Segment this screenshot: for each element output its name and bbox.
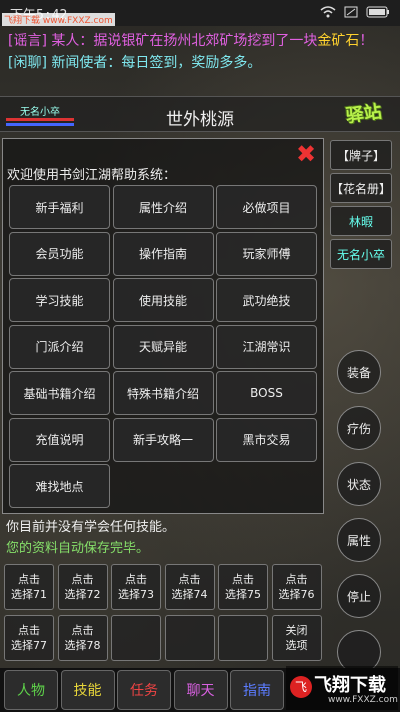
option-slot[interactable]: 点击 选择75 xyxy=(218,564,268,610)
help-button[interactable]: 天赋异能 xyxy=(112,324,214,369)
help-button[interactable]: 新手攻略一 xyxy=(112,417,214,462)
location-title: 世外桃源 xyxy=(166,110,234,130)
watermark-url: www.FXXZ.com xyxy=(328,695,398,705)
watermark-title: 飞翔下载 xyxy=(314,675,386,696)
save-message: 您的资料自动保存完毕。 xyxy=(6,541,150,556)
help-button[interactable]: 特殊书籍介绍 xyxy=(112,371,214,415)
side-menu-button[interactable]: 【牌子】 xyxy=(330,140,392,170)
option-slot[interactable] xyxy=(164,615,215,661)
help-button[interactable]: 必做项目 xyxy=(216,185,317,229)
action-round-button[interactable]: 装备 xyxy=(337,350,381,394)
help-button[interactable]: 充值说明 xyxy=(9,417,110,462)
option-slot[interactable]: 点击 选择76 xyxy=(271,564,322,610)
chat-text: 每日签到，奖励多多。 xyxy=(121,55,262,71)
action-round-button[interactable]: 状态 xyxy=(337,462,381,506)
chat-end: ！ xyxy=(359,33,374,49)
station-button[interactable]: 驿站 xyxy=(344,96,394,134)
action-round-button[interactable]: 属性 xyxy=(337,518,381,562)
chat-speaker: 某人： xyxy=(51,33,94,49)
help-button[interactable]: 基础书籍介绍 xyxy=(9,371,110,415)
action-round-button[interactable]: 疗伤 xyxy=(337,406,381,450)
option-slot[interactable] xyxy=(111,615,161,661)
chat-text: 据说银矿在扬州北郊矿场挖到了一块 xyxy=(93,33,318,49)
option-slot[interactable]: 点击 选择71 xyxy=(4,564,54,610)
side-menu-button[interactable]: 【花名册】 xyxy=(330,173,392,203)
help-button[interactable]: 会员功能 xyxy=(9,231,110,276)
help-button[interactable]: 黑市交易 xyxy=(216,417,317,462)
option-slot[interactable]: 点击 选择77 xyxy=(4,615,54,661)
help-dialog: ✖ 欢迎使用书剑江湖帮助系统： 新手福利 属性介绍 必做项目会员功能 操作指南 玩家师傅… xyxy=(2,138,324,514)
tab-button[interactable]: 聊天 xyxy=(173,670,228,710)
option-slot[interactable]: 关闭 选项 xyxy=(271,615,322,661)
dialog-welcome: 欢迎使用书剑江湖帮助系统： xyxy=(7,168,177,183)
chat-highlight: 金矿石 xyxy=(317,33,360,49)
battery-icon xyxy=(366,6,390,21)
help-button[interactable]: BOSS xyxy=(216,371,317,415)
chat-speaker: 新闻使者： xyxy=(51,55,122,71)
option-slot[interactable] xyxy=(218,615,268,661)
wifi-icon xyxy=(320,5,336,21)
help-button[interactable]: 玩家师傅 xyxy=(216,231,317,276)
help-button[interactable]: 新手福利 xyxy=(9,185,110,229)
side-menu-button[interactable]: 无名小卒 xyxy=(330,239,392,269)
action-round-button[interactable]: 停止 xyxy=(337,574,381,618)
watermark-top: 飞翔下载 www.FXXZ.com xyxy=(2,13,115,26)
tab-button[interactable]: 指南 xyxy=(230,670,284,710)
chat-tag: [闲聊] xyxy=(8,55,47,71)
chat-tag: [谣言] xyxy=(8,33,47,49)
tab-button[interactable]: 技能 xyxy=(60,670,115,710)
help-button[interactable]: 属性介绍 xyxy=(112,185,214,229)
system-message: 你目前并没有学会任何技能。 xyxy=(6,520,176,535)
help-button[interactable]: 使用技能 xyxy=(112,278,214,322)
close-icon[interactable]: ✖ xyxy=(295,142,317,166)
watermark-logo: 飞 xyxy=(290,676,312,698)
option-slot[interactable]: 点击 选择72 xyxy=(57,564,108,610)
help-button[interactable]: 门派介绍 xyxy=(9,324,110,369)
help-button[interactable]: 武功绝技 xyxy=(216,278,317,322)
side-menu-button[interactable]: 林暇 xyxy=(330,206,392,236)
location-header: 无名小卒 世外桃源 驿站 xyxy=(0,96,400,132)
tab-button[interactable]: 任务 xyxy=(117,670,171,710)
help-button[interactable]: 操作指南 xyxy=(112,231,214,276)
option-slot[interactable]: 点击 选择74 xyxy=(164,564,215,610)
chat-log: [谣言] 某人：据说银矿在扬州北郊矿场挖到了一块金矿石！ [闲聊] 新闻使者：每… xyxy=(0,30,400,74)
option-slot[interactable]: 点击 选择73 xyxy=(111,564,161,610)
watermark-bottom-right: 飞 飞翔下载 www.FXXZ.com xyxy=(286,666,398,710)
help-button[interactable]: 江湖常识 xyxy=(216,324,317,369)
help-button[interactable]: 学习技能 xyxy=(9,278,110,322)
chat-line: [谣言] 某人：据说银矿在扬州北郊矿场挖到了一块金矿石！ xyxy=(8,30,392,52)
sim-icon xyxy=(344,6,358,21)
help-button[interactable]: 难找地点 xyxy=(9,464,110,508)
option-slot[interactable]: 点击 选择78 xyxy=(57,615,108,661)
tab-button[interactable]: 人物 xyxy=(4,670,58,710)
chat-line: [闲聊] 新闻使者：每日签到，奖励多多。 xyxy=(8,52,392,74)
